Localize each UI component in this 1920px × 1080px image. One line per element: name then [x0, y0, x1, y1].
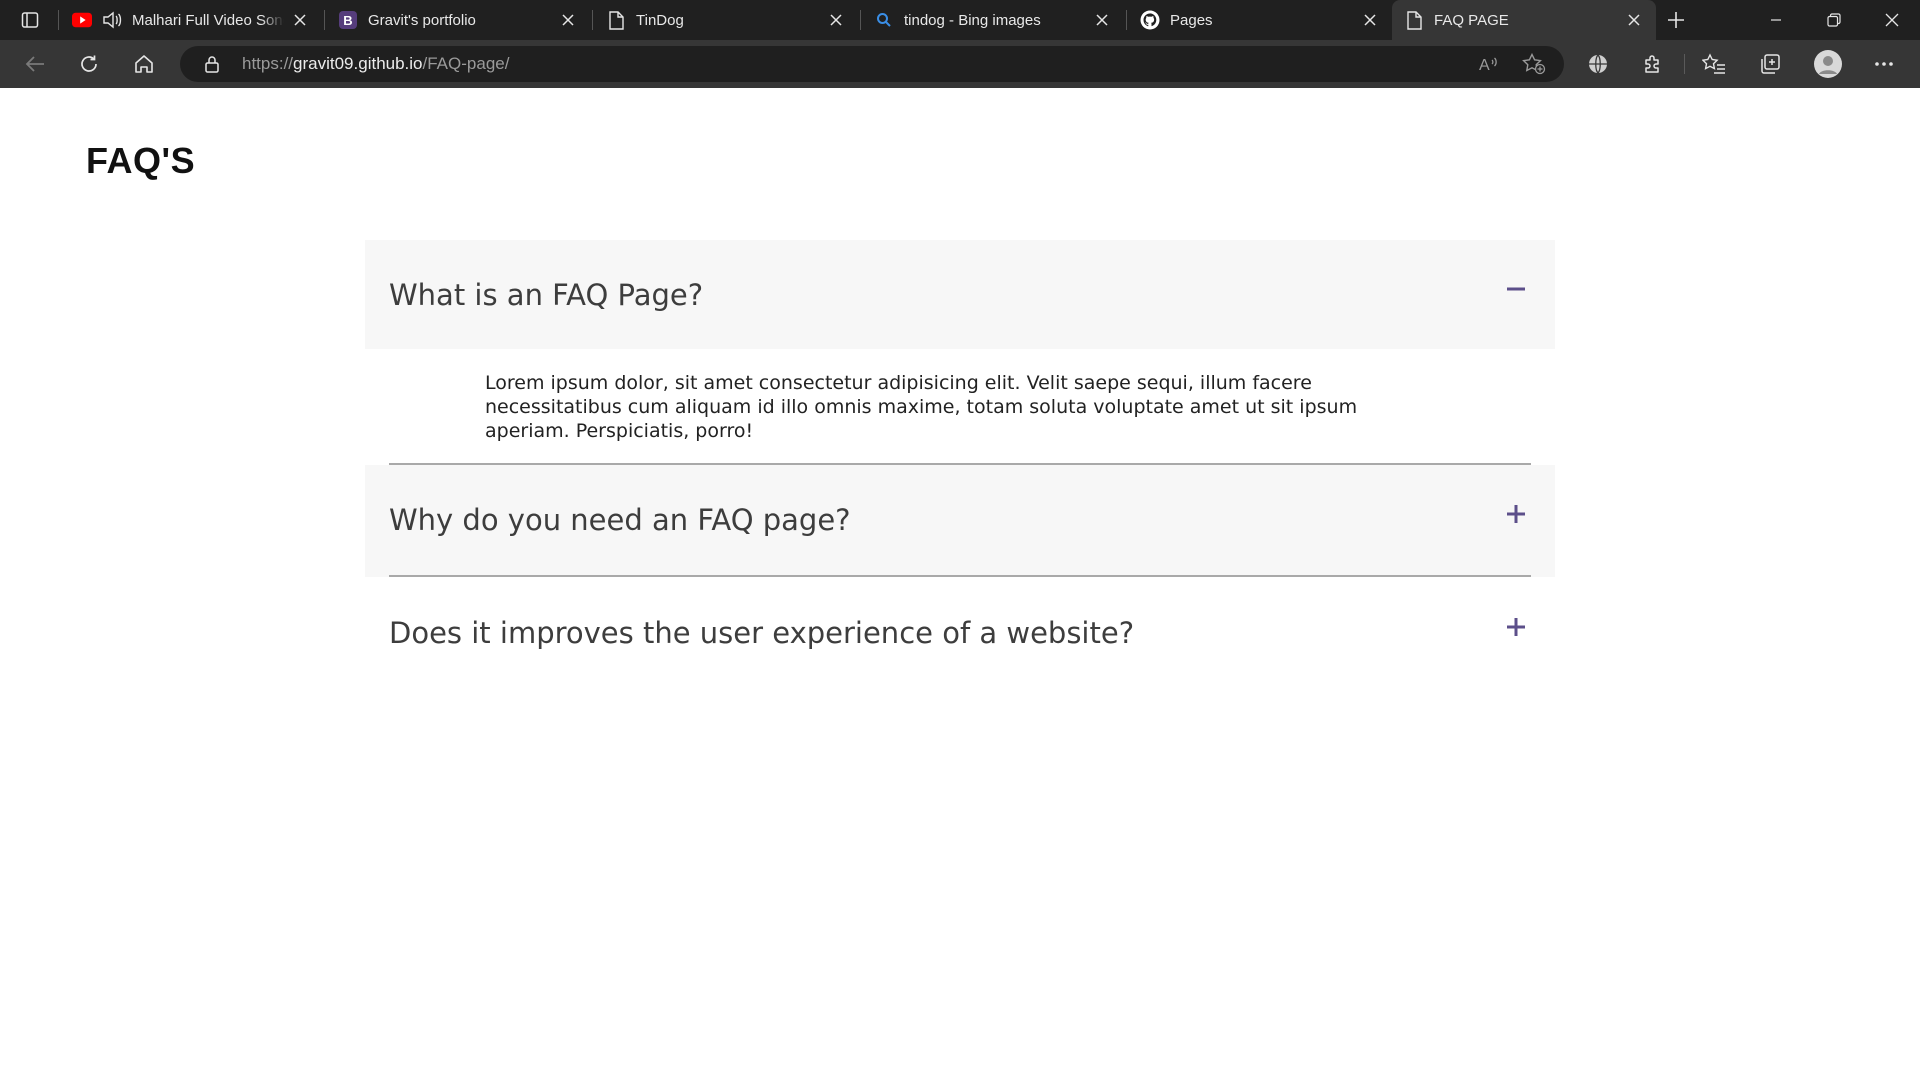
tab-title: FAQ PAGE: [1434, 11, 1509, 29]
browser-essentials-button[interactable]: [1580, 48, 1616, 80]
back-button[interactable]: [17, 48, 53, 80]
tab-separator: [860, 10, 861, 30]
speaker-icon[interactable]: [102, 10, 122, 30]
refresh-button[interactable]: [71, 48, 107, 80]
plus-icon[interactable]: [1501, 499, 1531, 529]
close-icon[interactable]: [1360, 10, 1380, 30]
minus-icon[interactable]: [1501, 274, 1531, 304]
tab-faq-page[interactable]: FAQ PAGE: [1392, 0, 1656, 40]
new-tab-button[interactable]: [1660, 6, 1692, 34]
collections-button[interactable]: [1752, 48, 1788, 80]
faq-question: What is an FAQ Page?: [389, 277, 704, 312]
lock-icon[interactable]: [202, 54, 222, 74]
home-icon: [135, 55, 153, 73]
faq-question-button[interactable]: What is an FAQ Page?: [365, 240, 1555, 349]
minimize-icon: [1771, 19, 1781, 21]
globe-icon: [1589, 54, 1607, 74]
svg-text:A: A: [1479, 57, 1490, 74]
close-icon: [1885, 13, 1899, 27]
more-dots-icon: [1875, 62, 1893, 66]
github-icon: [1140, 10, 1160, 30]
faq-item: Does it improves the user experience of …: [365, 577, 1555, 689]
url-path: /FAQ-page/: [422, 54, 510, 73]
tab-github-pages[interactable]: Pages: [1128, 0, 1392, 40]
bootstrap-icon: B: [338, 10, 358, 30]
page-icon: [1404, 10, 1424, 30]
tab-separator: [592, 10, 593, 30]
faq-question-button[interactable]: Why do you need an FAQ page?: [365, 465, 1555, 575]
tab-separator: [58, 10, 59, 30]
minimize-button[interactable]: [1748, 0, 1804, 40]
youtube-icon: [72, 10, 92, 30]
settings-more-button[interactable]: [1866, 48, 1902, 80]
close-icon[interactable]: [826, 10, 846, 30]
tab-strip: Malhari Full Video Song B Gravit's portf…: [0, 0, 1920, 40]
close-icon[interactable]: [290, 10, 310, 30]
favorites-button[interactable]: [1696, 48, 1732, 80]
tab-actions-button[interactable]: [14, 6, 46, 34]
profile-button[interactable]: [1810, 48, 1846, 80]
tab-separator: [324, 10, 325, 30]
tab-title: Malhari Full Video Song: [132, 11, 284, 29]
collections-icon: [1761, 54, 1780, 74]
tab-malhari[interactable]: Malhari Full Video Song: [60, 0, 322, 40]
close-icon[interactable]: [1092, 10, 1112, 30]
home-button[interactable]: [126, 48, 162, 80]
browser-toolbar: https://gravit09.github.io/FAQ-page/ A: [0, 40, 1920, 88]
puzzle-icon: [1645, 55, 1659, 73]
tab-title: TinDog: [636, 11, 684, 29]
faq-answer: Lorem ipsum dolor, sit amet consectetur …: [485, 372, 1358, 442]
tab-title: Gravit's portfolio: [368, 11, 476, 29]
tab-separator: [1126, 10, 1127, 30]
page-title: FAQ'S: [86, 140, 196, 181]
plus-icon: [1668, 12, 1684, 28]
plus-icon[interactable]: [1501, 612, 1531, 642]
refresh-icon: [81, 55, 97, 72]
page-icon: [606, 10, 626, 30]
url-host: gravit09.github.io: [293, 54, 423, 73]
tab-title: tindog - Bing images: [904, 11, 1041, 29]
faq-question: Does it improves the user experience of …: [389, 616, 1135, 650]
tab-title: Pages: [1170, 11, 1213, 29]
restore-icon: [1827, 13, 1841, 27]
tab-tindog[interactable]: TinDog: [594, 0, 858, 40]
tab-actions-icon: [21, 12, 39, 28]
faq-accordion: What is an FAQ Page? Lorem ipsum dolor, …: [365, 240, 1555, 689]
avatar: [1814, 50, 1842, 78]
add-favorite-icon[interactable]: [1520, 52, 1548, 76]
address-bar[interactable]: https://gravit09.github.io/FAQ-page/ A: [180, 46, 1564, 82]
extensions-button[interactable]: [1635, 48, 1671, 80]
restore-button[interactable]: [1806, 0, 1862, 40]
toolbar-separator: [1684, 54, 1685, 74]
faq-item: Why do you need an FAQ page?: [365, 465, 1555, 577]
svg-text:B: B: [343, 13, 352, 28]
tab-bing-images[interactable]: tindog - Bing images: [862, 0, 1124, 40]
faq-item: What is an FAQ Page? Lorem ipsum dolor, …: [365, 240, 1555, 465]
close-window-button[interactable]: [1864, 0, 1920, 40]
url-text[interactable]: https://gravit09.github.io/FAQ-page/: [242, 46, 509, 82]
tab-portfolio[interactable]: B Gravit's portfolio: [326, 0, 590, 40]
close-icon[interactable]: [558, 10, 578, 30]
faq-question: Why do you need an FAQ page?: [389, 503, 851, 537]
favorites-icon: [1702, 53, 1725, 74]
back-arrow-icon: [25, 56, 44, 72]
faq-question-button[interactable]: Does it improves the user experience of …: [365, 577, 1555, 689]
search-icon: [874, 10, 894, 30]
close-icon[interactable]: [1624, 10, 1644, 30]
url-scheme: https://: [242, 54, 294, 73]
read-aloud-icon[interactable]: A: [1476, 52, 1504, 76]
